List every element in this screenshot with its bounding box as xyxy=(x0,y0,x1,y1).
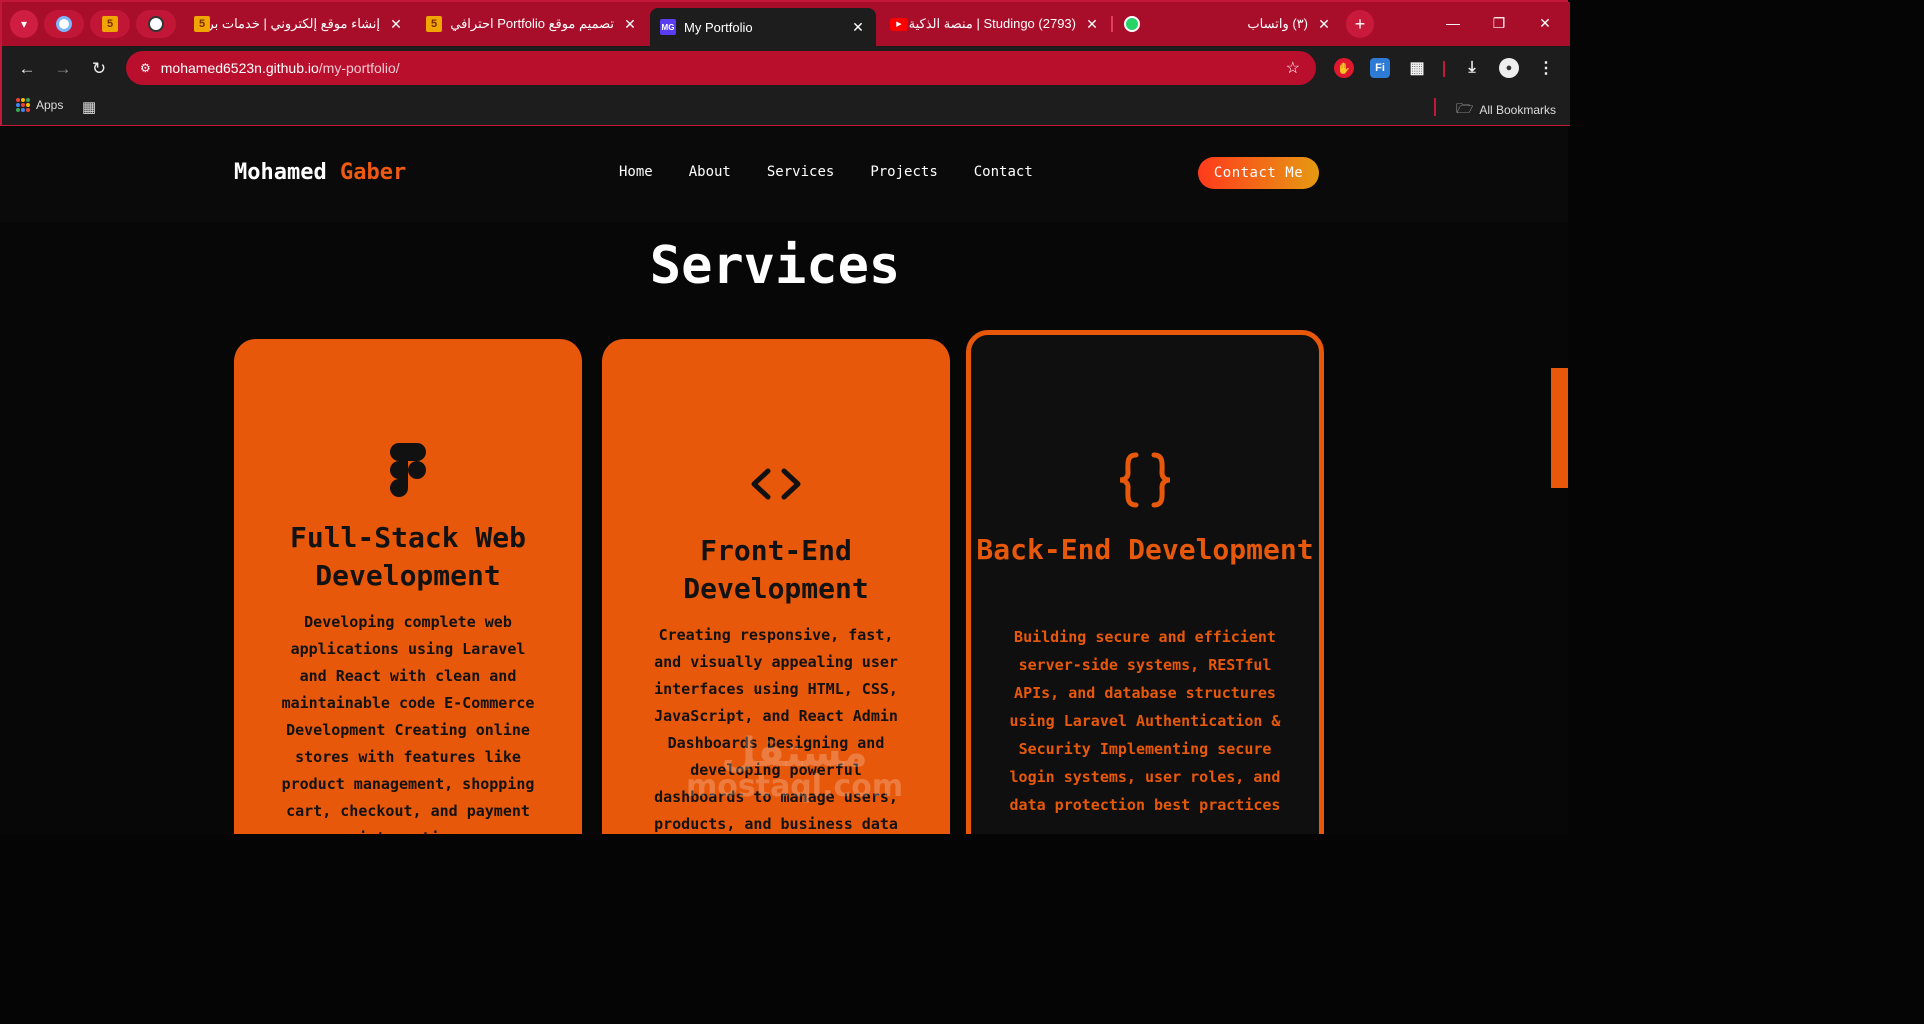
service-card-backend[interactable]: Back-End Development Building secure and… xyxy=(966,330,1324,834)
bookmarks-divider xyxy=(1434,98,1436,116)
nav-contact[interactable]: Contact xyxy=(974,164,1033,180)
tab-divider xyxy=(1111,16,1113,32)
figma-icon xyxy=(234,443,582,497)
section-title: Services xyxy=(649,236,901,296)
card-description: Building secure and efficient server-sid… xyxy=(1009,628,1281,814)
tab-strip: ▾ 5 5 إنشاء موقع إلكتروني | خدمات بر ✕ 5… xyxy=(2,2,1570,46)
apps-label: Apps xyxy=(36,98,64,112)
mostaql-watermark: مستقل mostaql.com xyxy=(686,730,904,804)
bookmark-star-icon[interactable]: ☆ xyxy=(1286,58,1300,78)
card-description: Developing complete web applications usi… xyxy=(281,613,535,834)
nav-projects[interactable]: Projects xyxy=(870,164,937,180)
watermark-latin: mostaql.com xyxy=(686,769,904,804)
pinned-tab-2[interactable]: 5 xyxy=(90,10,130,38)
mostaql-icon: 5 xyxy=(102,16,118,32)
folder-icon: 🗁 xyxy=(1455,100,1474,116)
all-bookmarks[interactable]: 🗁 All Bookmarks xyxy=(1456,98,1556,122)
url-host: mohamed6523n.github.io xyxy=(160,60,319,76)
chatgpt-icon xyxy=(148,16,164,32)
tab-youtube[interactable]: ▶ (2793) Studingo | منصة الذكية ✕ xyxy=(880,8,1110,40)
card-title: Front-End Development xyxy=(683,534,869,605)
close-icon[interactable]: ✕ xyxy=(1084,16,1100,33)
tab-my-portfolio[interactable]: MG My Portfolio ✕ xyxy=(650,8,876,46)
portfolio-icon: MG xyxy=(660,19,676,35)
adblock-extension-icon[interactable]: ✋ xyxy=(1334,58,1354,78)
portfolio-page: Mohamed Gaber Home About Services Projec… xyxy=(0,126,1568,834)
apps-grid-icon xyxy=(16,98,30,112)
card-title: Back-End Development xyxy=(976,533,1314,566)
url-path: /my-portfolio/ xyxy=(318,60,400,76)
site-logo[interactable]: Mohamed Gaber xyxy=(234,160,406,185)
new-tab-button[interactable]: + xyxy=(1346,10,1374,38)
watermark-arabic: مستقل xyxy=(721,730,868,776)
minimize-button[interactable]: — xyxy=(1430,2,1476,44)
bookmarks-bar: Apps ▦ 🗁 All Bookmarks xyxy=(2,92,1570,126)
tab-groups-icon[interactable]: ▦ xyxy=(82,98,96,116)
curly-braces-icon xyxy=(971,451,1319,509)
tab-title: تصميم موقع Portfolio احترافي xyxy=(450,16,614,31)
code-brackets-icon xyxy=(602,467,950,501)
pinned-tab-1[interactable] xyxy=(44,10,84,38)
main-nav: Home About Services Projects Contact xyxy=(619,164,1033,180)
menu-kebab-icon[interactable]: ⋮ xyxy=(1536,58,1556,78)
app-icon xyxy=(56,16,72,32)
contact-me-button[interactable]: Contact Me xyxy=(1198,157,1319,189)
nav-about[interactable]: About xyxy=(689,164,731,180)
toolbar-divider xyxy=(1443,61,1445,77)
service-card-fullstack[interactable]: Full-Stack Web Development Developing co… xyxy=(234,339,582,834)
nav-services[interactable]: Services xyxy=(767,164,834,180)
site-info-icon[interactable]: ⚙ xyxy=(140,61,151,75)
all-bookmarks-label: All Bookmarks xyxy=(1479,103,1556,117)
fi-extension-icon[interactable]: Fi xyxy=(1370,58,1390,78)
close-icon[interactable]: ✕ xyxy=(1316,16,1332,33)
tab-title: إنشاء موقع إلكتروني | خدمات بر xyxy=(210,16,380,31)
reload-button[interactable]: ↻ xyxy=(86,56,112,82)
browser-window: ▾ 5 5 إنشاء موقع إلكتروني | خدمات بر ✕ 5… xyxy=(0,0,1570,126)
tab-whatsapp[interactable]: (٣) واتساب ✕ xyxy=(1114,8,1342,40)
logo-first-name: Mohamed xyxy=(234,160,327,185)
profile-avatar[interactable]: ● xyxy=(1499,58,1519,78)
close-icon[interactable]: ✕ xyxy=(850,19,866,36)
close-icon[interactable]: ✕ xyxy=(622,16,638,33)
extensions-puzzle-icon[interactable]: ▦ xyxy=(1407,58,1427,78)
forward-button[interactable]: → xyxy=(50,56,76,82)
toolbar: ← → ↻ ⚙ mohamed6523n.github.io/my-portfo… xyxy=(2,46,1570,92)
bookmark-apps[interactable]: Apps xyxy=(16,98,63,112)
youtube-icon: ▶ xyxy=(890,17,908,31)
tab-2[interactable]: 5 تصميم موقع Portfolio احترافي ✕ xyxy=(416,8,648,40)
logo-last-name: Gaber xyxy=(339,160,407,185)
back-button[interactable]: ← xyxy=(14,56,40,82)
tab-search-button[interactable]: ▾ xyxy=(10,10,38,38)
tab-title: (2793) Studingo | منصة الذكية xyxy=(908,16,1076,31)
restore-button[interactable]: ❐ xyxy=(1476,2,1522,44)
tab-title: (٣) واتساب xyxy=(1247,16,1308,31)
nav-home[interactable]: Home xyxy=(619,164,653,180)
address-bar[interactable]: ⚙ mohamed6523n.github.io/my-portfolio/ ☆ xyxy=(126,51,1316,85)
tab-title: My Portfolio xyxy=(684,19,753,35)
close-window-button[interactable]: ✕ xyxy=(1522,2,1568,44)
site-header: Mohamed Gaber Home About Services Projec… xyxy=(0,126,1568,222)
pinned-tab-3[interactable] xyxy=(136,10,176,38)
mostaql-icon: 5 xyxy=(426,16,442,32)
download-icon[interactable]: ⤓ xyxy=(1462,58,1482,78)
mostaql-icon: 5 xyxy=(194,16,210,32)
card-title: Full-Stack Web Development xyxy=(289,521,526,592)
close-icon[interactable]: ✕ xyxy=(388,16,404,33)
tab-1[interactable]: 5 إنشاء موقع إلكتروني | خدمات بر ✕ xyxy=(184,8,414,40)
side-scroll-indicator[interactable] xyxy=(1551,368,1568,488)
whatsapp-icon xyxy=(1124,16,1140,32)
